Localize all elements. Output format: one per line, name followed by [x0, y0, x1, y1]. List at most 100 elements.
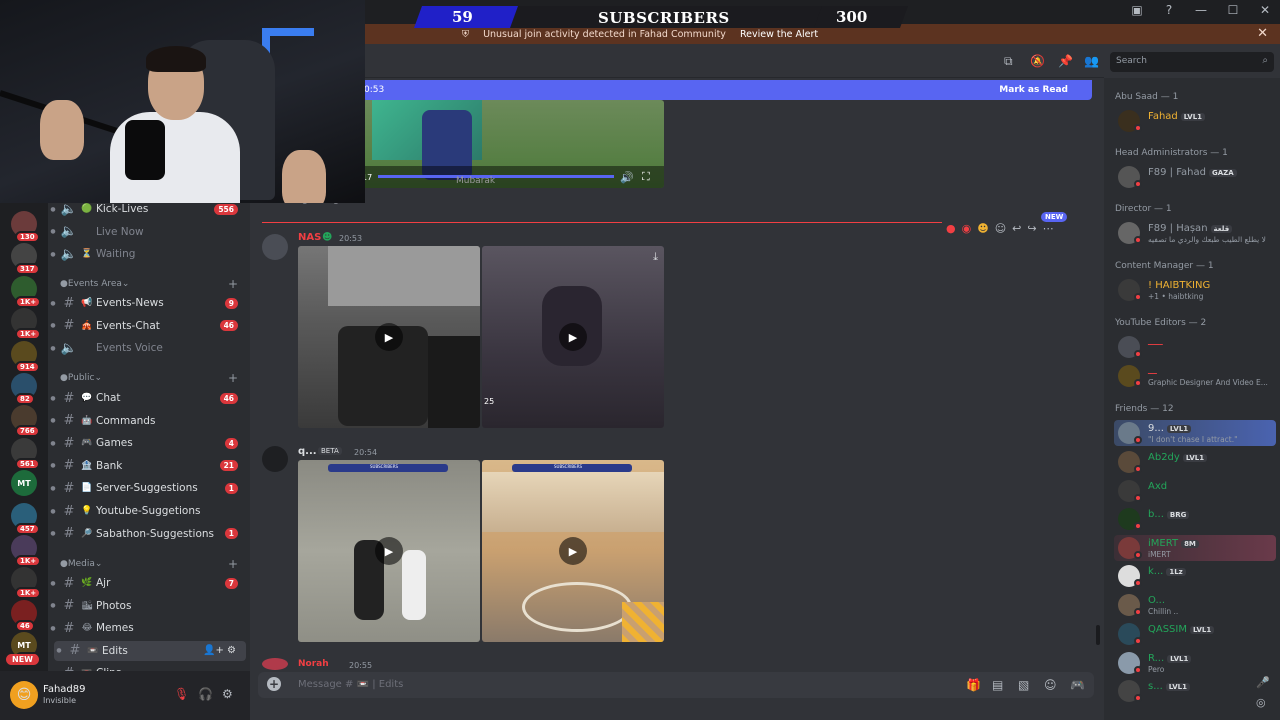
server-icon[interactable]: 1K+ — [11, 308, 42, 341]
voice-settings-icon[interactable]: ◎ — [1256, 696, 1266, 709]
server-icon[interactable]: 1K+ — [11, 535, 42, 567]
video-thumbnail[interactable]: ▶ — [298, 246, 480, 428]
threads-icon[interactable]: ⧉ — [1004, 54, 1013, 69]
server-icon[interactable]: 914 — [11, 340, 40, 373]
channel-item[interactable]: ●#📼Clips — [48, 663, 250, 671]
channel-category[interactable]: ● Public ⌄ + — [60, 371, 242, 385]
channel-item[interactable]: ● 🔈 ⏳ Waiting — [48, 244, 250, 264]
sticker-icon[interactable]: ▧ — [1018, 678, 1029, 692]
play-icon[interactable]: ▶ — [375, 323, 403, 351]
add-reaction-action-icon[interactable]: ☺ — [995, 222, 1006, 235]
reaction-heart-icon[interactable]: ◉ — [962, 222, 972, 235]
channel-item[interactable]: ● # 🏙 Photos — [48, 596, 250, 616]
server-icon[interactable]: 766 — [11, 405, 40, 438]
fullscreen-icon[interactable]: ⛶ — [642, 170, 650, 184]
settings-gear-icon[interactable]: ⚙ — [222, 687, 233, 701]
search-input[interactable]: Search ⌕ — [1110, 52, 1274, 72]
member-item[interactable]: ! HAIBTKING +1 • haibtking — [1114, 277, 1276, 303]
member-item[interactable]: O... Chillin .. — [1114, 592, 1276, 618]
member-list-icon[interactable]: 👥 — [1084, 54, 1099, 68]
channel-item[interactable]: ● 🔈 🟢 Kick-Lives 556 — [48, 203, 250, 219]
channel-item[interactable]: ● 🔈 Events Voice — [48, 338, 250, 358]
channel-item[interactable]: ● # 😂 Memes — [48, 618, 250, 638]
pinned-icon[interactable]: 📌 — [1058, 54, 1073, 68]
channel-category[interactable]: ● Media ⌄ + — [60, 557, 242, 571]
server-icon[interactable]: 1K+ — [11, 275, 42, 308]
channel-item[interactable]: ● # 🏦 Bank 21 — [48, 456, 250, 476]
inbox-icon[interactable]: ▣ — [1128, 3, 1146, 17]
dismiss-alert-icon[interactable]: ✕ — [1257, 26, 1268, 41]
play-icon[interactable]: ▶ — [559, 537, 587, 565]
server-icon[interactable]: 82 — [11, 373, 37, 405]
reaction-smile-icon[interactable]: ☻ — [977, 222, 988, 235]
server-icon[interactable]: 1K+ — [11, 567, 42, 600]
notification-bell-icon[interactable]: 🔕 — [1030, 54, 1045, 68]
mic-icon[interactable]: 🎤 — [1256, 676, 1270, 689]
server-icon[interactable]: 317 — [11, 243, 40, 276]
review-alert-link[interactable]: Review the Alert — [740, 29, 818, 40]
channel-item[interactable]: ● # 🎪 Events-Chat 46 — [48, 316, 250, 336]
channel-settings-icon[interactable]: 👤+ ⚙ — [203, 645, 236, 656]
channel-item[interactable]: ● # 📄 Server-Suggestions 1 — [48, 478, 250, 498]
member-item[interactable]: Fahad LVL1 — [1114, 108, 1276, 134]
member-item[interactable]: QASSIM LVL1 — [1114, 621, 1276, 647]
avatar[interactable]: 😊 — [10, 681, 38, 709]
close-window-button[interactable]: ✕ — [1256, 3, 1274, 17]
emoji-icon[interactable]: ☺ — [1044, 678, 1057, 692]
play-icon[interactable]: ▶ — [375, 537, 403, 565]
avatar[interactable] — [262, 446, 288, 472]
new-messages-bar[interactable]: 0:53 Mark as Read — [362, 80, 1092, 100]
message-author[interactable]: NAS — [298, 232, 321, 243]
channel-category[interactable]: ● Events Area ⌄ + — [60, 277, 242, 291]
help-icon[interactable]: ? — [1160, 3, 1178, 17]
server-icon[interactable]: 457 — [11, 502, 40, 535]
member-item[interactable]: k... 1Lz — [1114, 563, 1276, 589]
channel-item[interactable]: ● # 📼 Edits 👤+ ⚙ — [54, 640, 246, 661]
member-item[interactable]: iMERT 8M iMERT — [1114, 535, 1276, 561]
gift-icon[interactable]: 🎁 — [966, 678, 981, 692]
maximize-button[interactable]: ☐ — [1224, 3, 1242, 17]
reply-icon[interactable]: ↩ — [1012, 222, 1021, 235]
add-channel-icon[interactable]: + — [228, 277, 238, 291]
member-item[interactable]: F89 | Haṣan قلعة لا يطلع الطيب طبعك والردي… — [1114, 220, 1276, 246]
member-item[interactable]: ـــ Graphic Designer And Video E... — [1114, 363, 1276, 389]
reaction-drop-icon[interactable]: ● — [946, 222, 956, 235]
channel-item[interactable]: ● 🔈 Live Now — [48, 222, 250, 242]
mark-as-read-button[interactable]: Mark as Read — [999, 85, 1068, 95]
member-item[interactable]: 9... LVL1 "I don't chase I attract." — [1114, 420, 1276, 446]
channel-item[interactable]: ● # 📢 Events-News 9 — [48, 293, 250, 313]
volume-icon[interactable]: 🔊 — [620, 171, 634, 184]
server-icon[interactable]: 46 — [11, 599, 37, 632]
add-channel-icon[interactable]: + — [228, 371, 238, 385]
server-icon[interactable]: MT — [11, 470, 37, 497]
avatar[interactable] — [262, 234, 288, 260]
avatar[interactable] — [262, 658, 288, 670]
message-author[interactable]: q... — [298, 446, 317, 457]
member-item[interactable]: s... LVL1 — [1114, 678, 1276, 704]
member-item[interactable]: F89 | Fahad GAZA — [1114, 164, 1276, 190]
message-composer[interactable]: + Message # 📼 | Edits 🎁 ▤ ▧ ☺ 🎮 — [258, 672, 1094, 698]
member-item[interactable]: R... LVL1 Pero — [1114, 650, 1276, 676]
member-item[interactable]: ـــــ — [1114, 334, 1276, 360]
attach-plus-icon[interactable]: + — [267, 677, 281, 691]
minimize-button[interactable]: — — [1192, 3, 1210, 17]
play-icon[interactable]: ▶ — [559, 323, 587, 351]
channel-item[interactable]: ● # 💬 Chat 46 — [48, 388, 250, 408]
add-channel-icon[interactable]: + — [228, 557, 238, 571]
video-thumbnail[interactable]: ⤓ 25 ▶ — [482, 246, 664, 428]
chat-scrollbar[interactable] — [1096, 625, 1100, 645]
mute-mic-icon[interactable]: 🎙 — [174, 687, 189, 701]
channel-item[interactable]: ● # 🤖 Commands — [48, 411, 250, 431]
video-progress[interactable] — [378, 175, 614, 178]
activities-icon[interactable]: 🎮 — [1070, 678, 1085, 692]
message-author[interactable]: Norah — [298, 659, 329, 669]
deafen-icon[interactable]: 🎧 — [198, 687, 213, 701]
member-item[interactable]: Axd — [1114, 478, 1276, 504]
video-thumbnail[interactable]: SUBSCRIBERS ▶ — [298, 460, 480, 642]
channel-item[interactable]: ● # 🔎 Sabathon-Suggestions 1 — [48, 524, 250, 544]
channel-item[interactable]: ● # 🎮 Games 4 — [48, 433, 250, 453]
server-icon[interactable]: 561 — [11, 437, 40, 470]
video-player[interactable]: 17 Mubarak 🔊 ⛶ — [362, 100, 664, 188]
channel-item[interactable]: ● # 💡 Youtube-Suggetions — [48, 501, 250, 521]
gif-icon[interactable]: ▤ — [992, 678, 1003, 692]
